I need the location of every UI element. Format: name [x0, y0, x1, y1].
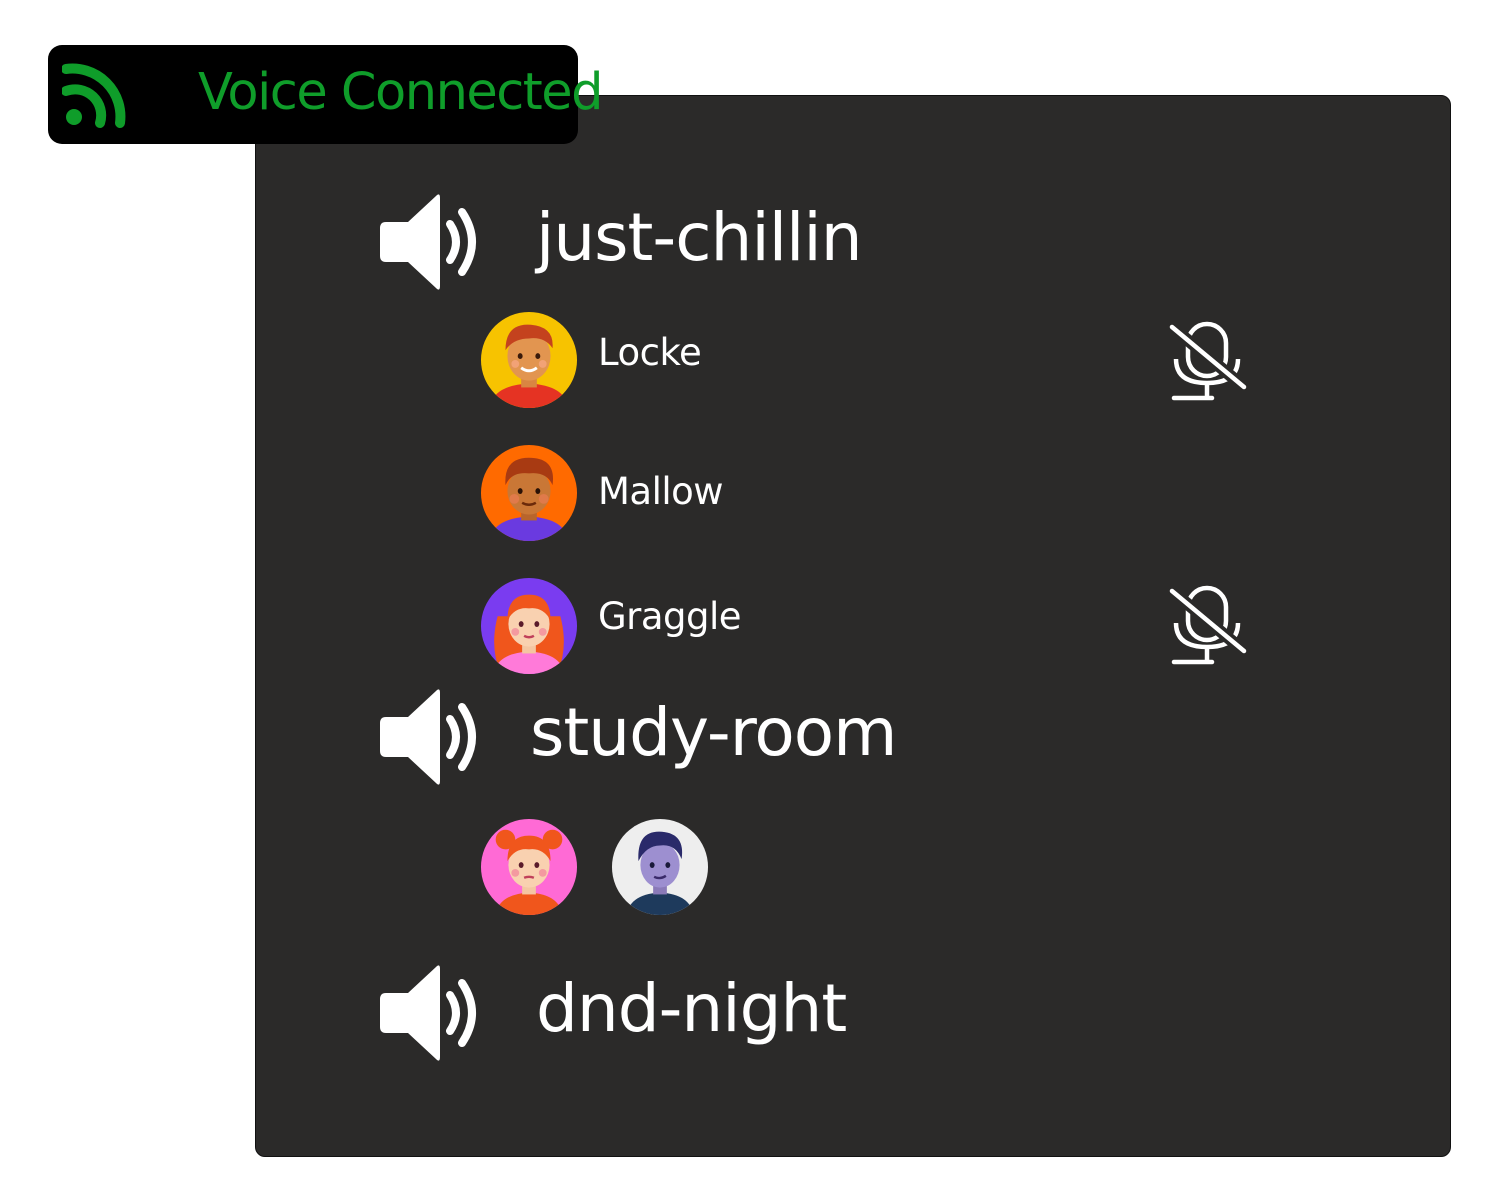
member-name: Locke: [598, 331, 702, 374]
voice-connected-label: Voice Connected: [198, 63, 604, 122]
avatar[interactable]: [611, 818, 709, 916]
mic-muted-icon: [1168, 585, 1248, 665]
voice-channel-dnd-night[interactable]: dnd-night: [378, 963, 1078, 1063]
avatar[interactable]: [480, 818, 578, 916]
channel-name: just-chillin: [536, 199, 863, 276]
voice-channel-just-chillin[interactable]: just-chillin: [378, 192, 1078, 292]
member-row-mallow[interactable]: Mallow: [480, 444, 1280, 544]
signal-icon: [62, 63, 126, 128]
avatar: [480, 577, 578, 675]
member-name: Mallow: [598, 470, 724, 513]
speaker-icon: [378, 963, 488, 1063]
voice-connected-banner[interactable]: Voice Connected: [48, 45, 604, 144]
mic-muted-icon: [1168, 321, 1248, 401]
channel-name: study-room: [530, 694, 897, 771]
avatar: [480, 311, 578, 409]
member-row-graggle[interactable]: Graggle: [480, 577, 1280, 677]
avatar: [480, 444, 578, 542]
channel-name: dnd-night: [536, 970, 847, 1047]
member-row-locke[interactable]: Locke: [480, 311, 1280, 411]
speaker-icon: [378, 687, 488, 787]
speaker-icon: [378, 192, 488, 292]
voice-channel-study-room[interactable]: study-room: [378, 687, 1078, 787]
member-name: Graggle: [598, 595, 742, 638]
